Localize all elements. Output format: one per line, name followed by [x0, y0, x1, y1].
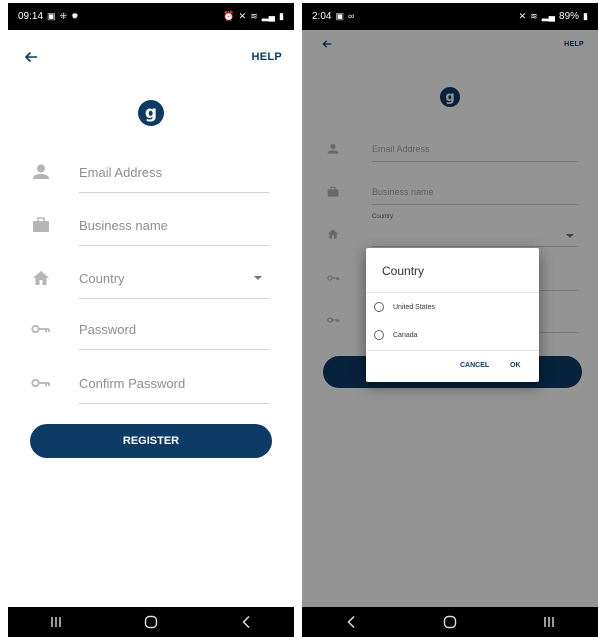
key-icon [30, 318, 52, 340]
business-name-input[interactable] [79, 206, 269, 246]
country-option-united-states[interactable]: United States [374, 297, 534, 317]
wifi-icon: ≋ [250, 11, 258, 21]
password-input[interactable] [79, 310, 269, 350]
ok-button[interactable]: OK [510, 362, 521, 369]
status-bar: 2:04 ▣ ∞ ✕ ≋ ▂▄ 89% ▮ [302, 3, 598, 30]
status-time: 09:14 [18, 11, 44, 22]
confirm-password-field-row [8, 364, 294, 404]
recent-apps-icon[interactable] [529, 607, 569, 637]
person-icon [30, 161, 52, 183]
screenshot-icon: ▣ [335, 11, 344, 21]
status-bar: 09:14 ▣ ⁜ ✹ ⏰ ✕ ≋ ▂▄ ▮ [8, 3, 294, 30]
email-input[interactable] [79, 153, 269, 193]
option-label: United States [393, 303, 436, 311]
cancel-button[interactable]: CANCEL [460, 362, 489, 369]
recent-apps-icon[interactable] [36, 607, 76, 637]
dialog-divider [366, 350, 539, 351]
app-bar: HELP [8, 30, 294, 84]
register-button[interactable]: REGISTER [30, 424, 272, 458]
home-icon [30, 267, 52, 289]
key-icon [30, 372, 52, 394]
country-dialog: Country United States Canada CANCEL OK [366, 248, 539, 382]
android-nav-bar [302, 607, 598, 637]
voicemail-icon: ∞ [347, 11, 355, 21]
country-option-canada[interactable]: Canada [374, 325, 534, 345]
brand-logo: g [138, 100, 164, 126]
settings-icon: ✹ [71, 11, 79, 21]
mute-icon: ✕ [518, 11, 527, 21]
home-button-icon[interactable] [131, 607, 171, 637]
alarm-icon: ⏰ [223, 11, 235, 21]
phone-screen-country-dialog: 2:04 ▣ ∞ ✕ ≋ ▂▄ 89% ▮ HELP g Country [302, 3, 598, 637]
business-field-row [8, 206, 294, 246]
country-field-row[interactable] [8, 259, 294, 299]
signal-icon: ▂▄ [541, 11, 556, 21]
email-field-row [8, 153, 294, 193]
back-arrow-icon[interactable] [20, 46, 42, 68]
gallery-icon: ▣ [47, 11, 56, 21]
android-nav-bar [8, 607, 294, 637]
dialog-divider [366, 292, 539, 293]
battery-percent: 89% [559, 11, 580, 22]
phone-screen-register: 09:14 ▣ ⁜ ✹ ⏰ ✕ ≋ ▂▄ ▮ HELP g Email Addr… [8, 3, 294, 637]
option-label: Canada [393, 331, 418, 339]
password-field-row [8, 310, 294, 350]
radio-button-icon[interactable] [374, 302, 384, 312]
chevron-down-icon[interactable] [254, 276, 262, 280]
back-nav-icon[interactable] [331, 607, 371, 637]
status-time: 2:04 [312, 11, 332, 22]
wifi-icon: ≋ [530, 11, 538, 21]
briefcase-icon [30, 214, 52, 236]
back-nav-icon[interactable] [226, 607, 266, 637]
country-select[interactable] [79, 259, 269, 299]
dialog-title: Country [382, 264, 425, 278]
radio-button-icon[interactable] [374, 330, 384, 340]
battery-icon: ▮ [279, 11, 284, 21]
sync-icon: ⁜ [59, 11, 68, 21]
confirm-password-input[interactable] [79, 364, 269, 404]
battery-icon: ▮ [583, 11, 588, 21]
help-link[interactable]: HELP [251, 51, 282, 63]
home-button-icon[interactable] [430, 607, 470, 637]
signal-icon: ▂▄ [261, 11, 276, 21]
mute-icon: ✕ [238, 11, 247, 21]
